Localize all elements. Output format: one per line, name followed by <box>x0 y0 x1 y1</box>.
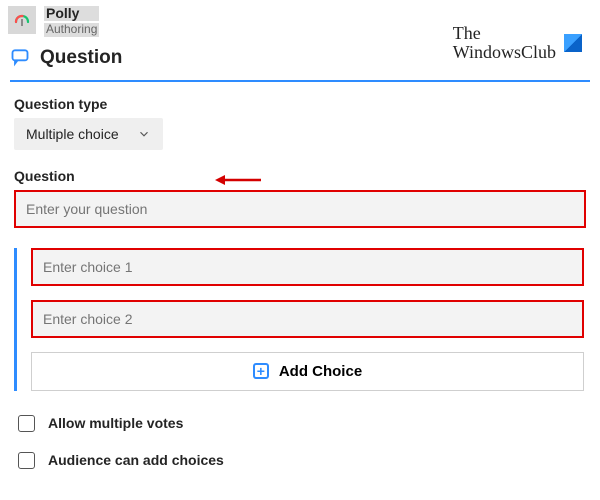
watermark-line1: The <box>453 24 556 43</box>
choice-input-1[interactable] <box>31 248 584 286</box>
choices-group: + Add Choice <box>14 248 586 391</box>
plus-icon: + <box>253 363 269 379</box>
add-choice-label: Add Choice <box>279 363 362 380</box>
section-title: Question <box>40 47 122 69</box>
add-choice-button[interactable]: + Add Choice <box>31 352 584 391</box>
question-label: Question <box>14 168 586 184</box>
audience-add-choices-checkbox[interactable] <box>18 452 35 469</box>
question-type-dropdown[interactable]: Multiple choice <box>14 118 163 150</box>
annotation-arrow-icon <box>215 173 261 190</box>
watermark: The WindowsClub <box>453 24 582 62</box>
allow-multiple-votes-label[interactable]: Allow multiple votes <box>48 415 183 431</box>
allow-multiple-votes-checkbox[interactable] <box>18 415 35 432</box>
question-input[interactable] <box>14 190 586 228</box>
chat-icon <box>10 47 30 70</box>
app-info: Polly Authoring <box>44 6 99 37</box>
app-icon <box>8 6 36 34</box>
options-group: Allow multiple votes Audience can add ch… <box>14 405 586 479</box>
divider <box>10 80 590 82</box>
question-type-label: Question type <box>14 96 586 112</box>
chevron-down-icon <box>137 127 151 141</box>
app-subtitle: Authoring <box>44 23 99 36</box>
audience-add-choices-label[interactable]: Audience can add choices <box>48 452 224 468</box>
app-name: Polly <box>44 6 99 21</box>
watermark-logo-icon <box>564 34 582 52</box>
question-type-selected: Multiple choice <box>26 126 119 142</box>
choice-input-2[interactable] <box>31 300 584 338</box>
watermark-line2: WindowsClub <box>453 43 556 62</box>
